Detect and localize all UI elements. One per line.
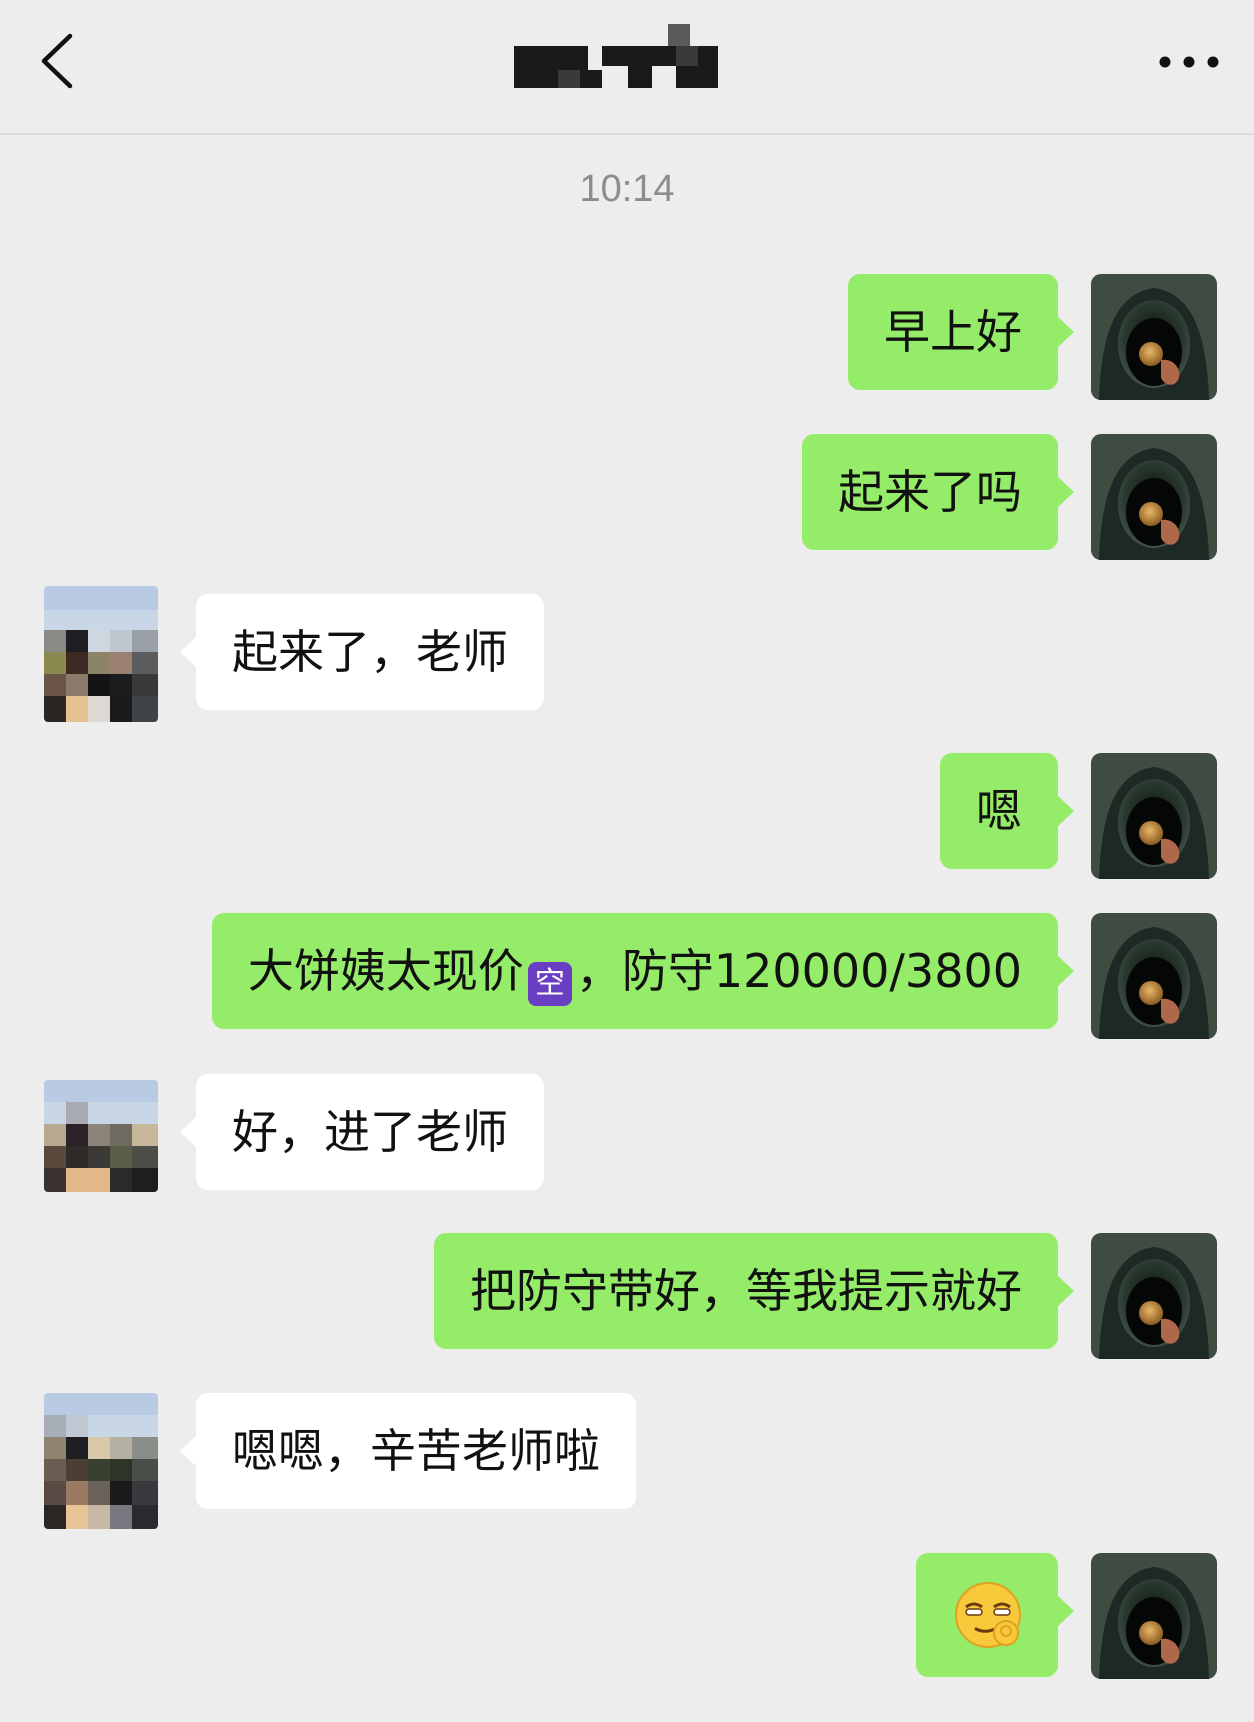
message-text: 嗯 [976,784,1022,838]
message-bubble-other[interactable]: 嗯嗯，辛苦老师啦 [180,1393,636,1509]
message-bubble-other[interactable]: 起来了，老师 [180,594,544,710]
self-avatar[interactable] [1091,913,1217,1039]
contact-avatar-mosaic[interactable] [44,1080,158,1192]
contact-avatar-mosaic[interactable] [44,586,158,722]
message-text: 好，进了老师 [232,1105,508,1159]
message-text: 起来了，老师 [232,625,508,679]
message-bubble-self[interactable]: 把防守带好，等我提示就好 [434,1233,1074,1349]
chat-header [0,0,1254,135]
contact-name-mosaic [514,24,718,94]
smirk-ok-emoji [955,1582,1021,1648]
self-avatar[interactable] [1091,753,1217,879]
chevron-left-icon [41,33,73,89]
message-text: 早上好 [884,305,1022,359]
message-text: ，防守120000/3800 [575,944,1022,998]
more-options-button[interactable] [1155,40,1223,84]
message-bubble-self[interactable]: 起来了吗 [802,434,1074,550]
self-avatar[interactable] [1091,1233,1217,1359]
message-text: 嗯嗯，辛苦老师啦 [232,1424,600,1478]
message-timestamp: 10:14 [579,168,675,210]
self-avatar[interactable] [1091,434,1217,560]
more-dots-icon [1159,56,1219,68]
message-text: 起来了吗 [838,465,1022,519]
self-avatar[interactable] [1091,274,1217,400]
back-button[interactable] [30,28,90,94]
message-bubble-self[interactable] [916,1553,1074,1677]
message-text: 大饼姨太现价 [247,944,524,998]
message-bubble-self[interactable]: 嗯 [940,753,1074,869]
message-bubble-self[interactable]: 大饼姨太现价空，防守120000/3800 [211,913,1075,1029]
message-bubble-self[interactable]: 早上好 [848,274,1074,390]
message-bubble-other[interactable]: 好，进了老师 [180,1074,544,1190]
self-avatar[interactable] [1091,1553,1217,1679]
contact-avatar-mosaic[interactable] [44,1393,158,1529]
message-text: 把防守带好，等我提示就好 [470,1264,1022,1318]
vacant-badge-icon: 空 [527,962,572,1006]
chat-screen: 10:14 早上好 起来了吗 起来了，老师 嗯 大饼姨太现价 空 ，防守1200… [0,0,1254,1722]
